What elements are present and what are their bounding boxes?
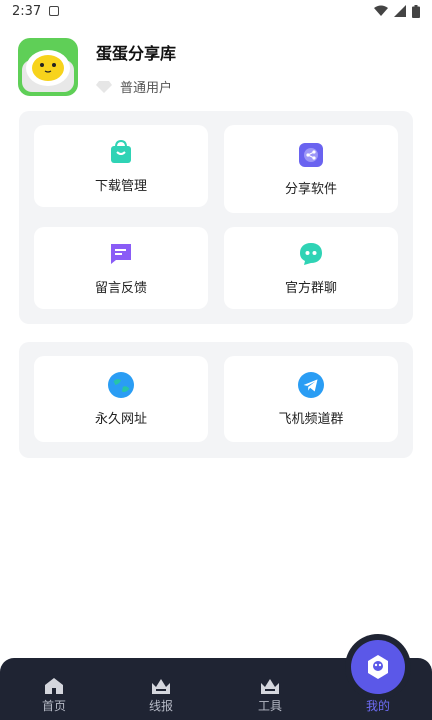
- telegram-icon: [298, 371, 324, 398]
- nav-home[interactable]: 首页: [24, 677, 84, 714]
- telegram-channel-button[interactable]: 飞机频道群: [224, 356, 398, 442]
- shopping-bag-icon: [108, 139, 134, 165]
- share-software-label: 分享软件: [284, 181, 337, 197]
- feedback-button[interactable]: 留言反馈: [34, 227, 208, 309]
- home-icon: [45, 678, 63, 694]
- profile-icon: [368, 655, 388, 679]
- status-time: 2:37: [12, 3, 42, 19]
- username: 蛋蛋分享库: [96, 44, 177, 63]
- globe-icon: [108, 371, 134, 398]
- download-manager-button[interactable]: 下载管理: [34, 125, 208, 207]
- notification-icon: [49, 6, 60, 16]
- profile-fab-button[interactable]: [351, 640, 405, 694]
- permanent-url-button[interactable]: 永久网址: [34, 356, 208, 442]
- nav-home-label: 首页: [41, 699, 66, 713]
- profile-header: 蛋蛋分享库 普通用户: [18, 38, 418, 98]
- feedback-label: 留言反馈: [94, 280, 147, 296]
- feature-panel-primary: 下载管理 分享软件 留言反馈 官方群聊: [19, 111, 413, 324]
- permanent-url-label: 永久网址: [94, 411, 147, 427]
- user-role: 普通用户: [96, 77, 172, 96]
- status-icons: [374, 4, 420, 18]
- battery-icon: [412, 4, 420, 18]
- share-software-button[interactable]: 分享软件: [224, 125, 398, 213]
- chat-bot-icon: [298, 241, 324, 267]
- nav-leads-label: 线报: [148, 699, 173, 713]
- feature-panel-secondary: 永久网址 飞机频道群: [19, 342, 413, 458]
- crown-icon: [152, 679, 170, 694]
- download-manager-label: 下载管理: [94, 178, 147, 194]
- signal-icon: [394, 5, 406, 17]
- user-role-label: 普通用户: [120, 81, 173, 96]
- avatar[interactable]: [18, 38, 78, 96]
- message-icon: [108, 241, 134, 267]
- official-group-chat-label: 官方群聊: [284, 280, 337, 296]
- nav-tools-label: 工具: [257, 699, 282, 713]
- crown-icon: [261, 679, 279, 694]
- telegram-channel-label: 飞机频道群: [278, 411, 344, 427]
- diamond-icon: [96, 80, 112, 93]
- share-icon: [298, 142, 324, 168]
- nav-leads[interactable]: 线报: [131, 677, 191, 714]
- official-group-chat-button[interactable]: 官方群聊: [224, 227, 398, 309]
- wifi-icon: [374, 5, 388, 16]
- nav-tools[interactable]: 工具: [240, 677, 300, 714]
- status-bar: 2:37: [0, 0, 432, 22]
